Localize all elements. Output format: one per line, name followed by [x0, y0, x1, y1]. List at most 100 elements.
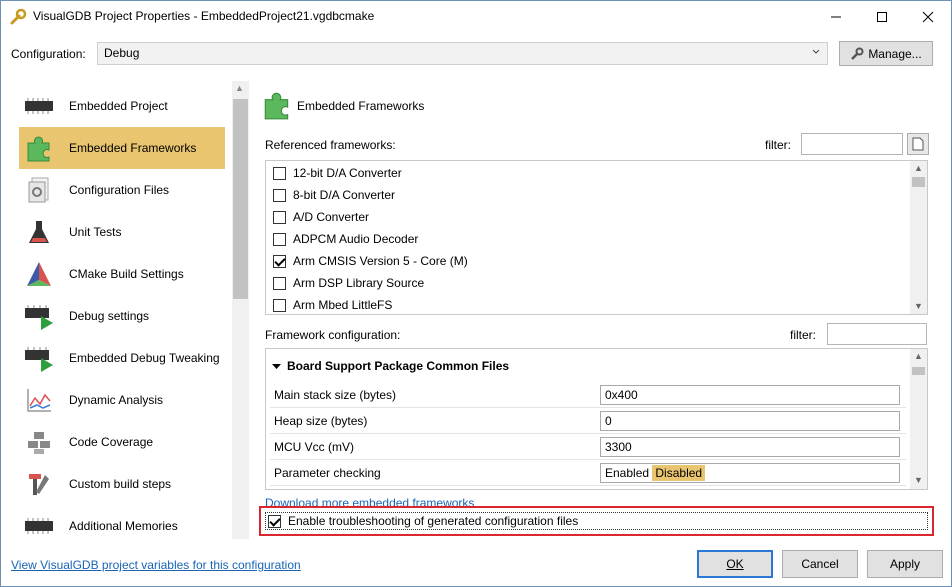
config-row-label: MCU Vcc (mV) — [274, 440, 354, 454]
framework-checkbox[interactable] — [273, 254, 286, 268]
scroll-up-icon[interactable]: ▲ — [914, 351, 923, 361]
config-row-label: Parameter checking — [274, 466, 381, 480]
framework-label: A/D Converter — [293, 210, 370, 224]
scroll-up-icon[interactable]: ▲ — [235, 83, 244, 93]
apply-label: Apply — [889, 557, 921, 571]
ok-button[interactable]: OK — [697, 550, 773, 578]
highlight-box: Enable troubleshooting of generated conf… — [259, 506, 934, 536]
sidebar-item-embedded-frameworks[interactable]: Embedded Frameworks — [19, 127, 225, 169]
frameworks-scrollbar[interactable]: ▲ ▼ — [910, 161, 927, 314]
triangle-down-icon — [272, 363, 281, 369]
framework-item[interactable]: Arm Mbed LittleFS — [273, 295, 392, 314]
framework-item[interactable]: Arm CMSIS Version 5 - Core (M) — [273, 251, 468, 271]
group-header[interactable]: Board Support Package Common Files — [272, 359, 509, 373]
scroll-up-icon[interactable]: ▲ — [914, 163, 923, 173]
configuration-filter-input[interactable] — [827, 323, 927, 345]
puzzle-icon — [264, 92, 289, 120]
frameworks-scroll-thumb[interactable] — [912, 177, 925, 187]
document-icon — [912, 137, 924, 151]
troubleshooting-checkbox[interactable] — [268, 514, 281, 528]
framework-configuration-grid: Board Support Package Common Files Main … — [265, 348, 928, 490]
framework-item[interactable]: Arm DSP Library Source — [273, 273, 424, 293]
scroll-down-icon[interactable]: ▼ — [914, 475, 923, 485]
apply-button[interactable]: Apply — [867, 550, 943, 578]
framework-item[interactable]: 12-bit D/A Converter — [273, 163, 402, 183]
cmake-icon — [23, 258, 55, 290]
configuration-scroll-thumb[interactable] — [912, 367, 925, 375]
configuration-value: Debug — [104, 46, 140, 60]
framework-label: ADPCM Audio Decoder — [293, 232, 419, 246]
framework-checkbox[interactable] — [273, 210, 286, 224]
framework-item[interactable]: A/D Converter — [273, 207, 369, 227]
sidebar-item-label: Debug settings — [69, 309, 150, 323]
flask-icon — [23, 216, 55, 248]
sidebar-item-debug-settings[interactable]: Debug settings — [19, 295, 225, 337]
mcu-vcc-input[interactable]: 3300 — [600, 437, 900, 457]
config-files-icon — [23, 174, 55, 206]
new-document-button[interactable] — [907, 133, 929, 155]
coverage-icon — [23, 426, 55, 458]
maximize-icon — [877, 11, 887, 22]
option-disabled[interactable]: Disabled — [652, 465, 706, 481]
configuration-dropdown[interactable]: Debug — [97, 42, 828, 65]
sidebar-item-label: Custom build steps — [69, 477, 172, 491]
troubleshooting-checkbox-row[interactable]: Enable troubleshooting of generated conf… — [265, 512, 928, 530]
framework-checkbox[interactable] — [273, 298, 286, 312]
app-wrench-icon — [10, 8, 27, 25]
manage-button[interactable]: Manage... — [839, 41, 933, 66]
framework-checkbox[interactable] — [273, 166, 286, 180]
framework-label: 12-bit D/A Converter — [293, 166, 402, 180]
framework-label: 8-bit D/A Converter — [293, 188, 396, 202]
framework-label: Arm CMSIS Version 5 - Core (M) — [293, 254, 468, 268]
sidebar-scrollbar[interactable]: ▲ — [232, 81, 249, 539]
group-title: Board Support Package Common Files — [287, 359, 510, 373]
framework-checkbox[interactable] — [273, 276, 286, 290]
debug-chip-icon — [23, 300, 55, 332]
sidebar-item-label: Embedded Frameworks — [69, 141, 197, 155]
close-icon — [922, 11, 934, 22]
sidebar-item-custom-build-steps[interactable]: Custom build steps — [19, 463, 225, 505]
page-title: Embedded Frameworks — [297, 99, 425, 113]
sidebar-item-code-coverage[interactable]: Code Coverage — [19, 421, 225, 463]
scroll-down-icon[interactable]: ▼ — [914, 301, 923, 311]
option-enabled[interactable]: Enabled — [605, 466, 649, 480]
cancel-button[interactable]: Cancel — [782, 550, 858, 578]
chip-icon — [23, 90, 55, 122]
parameter-checking-selector[interactable]: Enabled Disabled — [600, 463, 900, 483]
main-stack-size-input[interactable]: 0x400 — [600, 385, 900, 405]
sidebar-item-dynamic-analysis[interactable]: Dynamic Analysis — [19, 379, 225, 421]
sidebar-item-unit-tests[interactable]: Unit Tests — [19, 211, 225, 253]
sidebar-item-label: Code Coverage — [69, 435, 154, 449]
frameworks-filter-input[interactable] — [801, 133, 903, 155]
filter-label: filter: — [790, 328, 817, 342]
sidebar-item-label: Unit Tests — [69, 225, 122, 239]
manage-label: Manage... — [868, 46, 922, 61]
framework-checkbox[interactable] — [273, 232, 286, 246]
referenced-frameworks-label: Referenced frameworks: — [265, 138, 396, 152]
maximize-button[interactable] — [859, 1, 905, 32]
heap-size-input[interactable]: 0 — [600, 411, 900, 431]
sidebar-item-configuration-files[interactable]: Configuration Files — [19, 169, 225, 211]
framework-item[interactable]: ADPCM Audio Decoder — [273, 229, 418, 249]
sidebar-item-embedded-project[interactable]: Embedded Project — [19, 85, 225, 127]
sidebar-item-label: Dynamic Analysis — [69, 393, 164, 407]
sidebar: Embedded Project Embedded Frameworks Con… — [11, 81, 249, 539]
cancel-label: Cancel — [801, 557, 839, 571]
sidebar-item-cmake-build-settings[interactable]: CMake Build Settings — [19, 253, 225, 295]
configuration-label: Configuration: — [11, 47, 86, 61]
minimize-button[interactable] — [813, 1, 859, 32]
minimize-icon — [831, 16, 841, 17]
configuration-scrollbar[interactable]: ▲ ▼ — [910, 349, 927, 489]
sidebar-scroll-thumb[interactable] — [233, 99, 248, 299]
framework-checkbox[interactable] — [273, 188, 286, 202]
sidebar-item-embedded-debug-tweaking[interactable]: Embedded Debug Tweaking — [19, 337, 225, 379]
wrench-icon — [851, 47, 864, 60]
close-button[interactable] — [905, 1, 951, 32]
chevron-down-icon — [812, 49, 820, 54]
project-variables-link[interactable]: View VisualGDB project variables for thi… — [11, 558, 301, 572]
sidebar-item-additional-memories[interactable]: Additional Memories — [19, 505, 225, 539]
config-row: Main stack size (bytes) 0x400 — [270, 382, 906, 408]
title-bar: VisualGDB Project Properties - EmbeddedP… — [1, 1, 951, 32]
framework-item[interactable]: 8-bit D/A Converter — [273, 185, 395, 205]
properties-window: VisualGDB Project Properties - EmbeddedP… — [0, 0, 952, 587]
